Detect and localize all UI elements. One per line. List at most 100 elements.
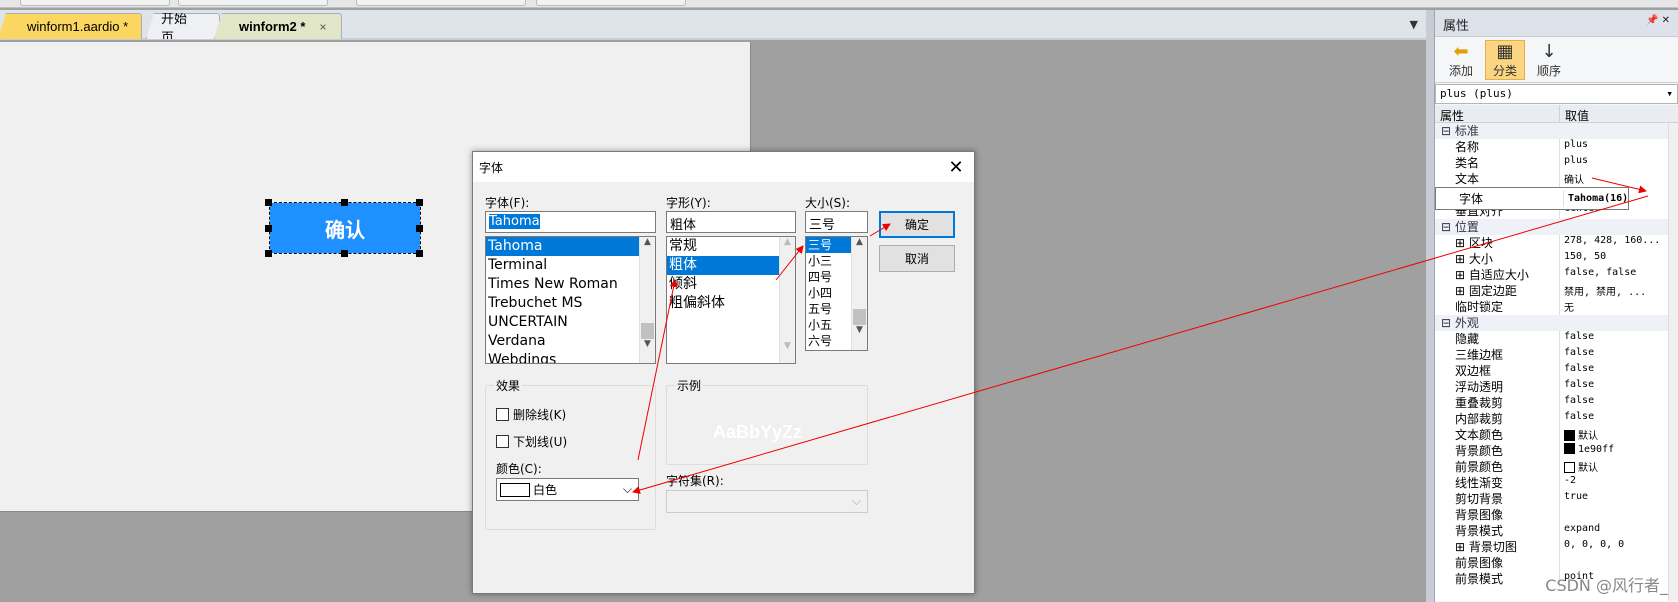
property-row[interactable]: 内部裁剪 false: [1435, 411, 1678, 427]
property-row[interactable]: 临时锁定无: [1435, 299, 1678, 315]
property-row[interactable]: 文本颜色 默认: [1435, 427, 1678, 443]
property-value[interactable]: false: [1560, 411, 1678, 427]
resize-handle[interactable]: [265, 199, 272, 206]
property-value[interactable]: false: [1560, 379, 1678, 395]
property-value[interactable]: expand: [1560, 523, 1678, 539]
font-list-item[interactable]: Verdana: [486, 332, 655, 351]
property-row[interactable]: 隐藏 false: [1435, 331, 1678, 347]
property-value[interactable]: false: [1560, 331, 1678, 347]
property-value[interactable]: 0, 0, 0, 0: [1560, 539, 1678, 555]
strikeout-checkbox[interactable]: 删除线(K): [496, 406, 566, 423]
object-selector[interactable]: plus (plus) ▾: [1435, 84, 1678, 104]
property-value[interactable]: plus: [1560, 139, 1678, 155]
property-row[interactable]: 文本 确认: [1435, 171, 1678, 187]
property-row[interactable]: 双边框 false: [1435, 363, 1678, 379]
font-size-list[interactable]: 三号 小三 四号 小四 五号 小五 六号 ▲ ▼: [805, 236, 868, 351]
resize-handle[interactable]: [341, 199, 348, 206]
property-value[interactable]: 150, 50: [1560, 251, 1678, 267]
style-list-item[interactable]: 粗体: [667, 256, 795, 275]
property-value[interactable]: [1560, 507, 1678, 523]
alphabetical-button[interactable]: ↓ 顺序: [1529, 40, 1569, 80]
property-row[interactable]: 线性渐变 -2: [1435, 475, 1678, 491]
property-value[interactable]: 确认: [1560, 171, 1678, 187]
property-category[interactable]: ⊟ 外观: [1435, 315, 1678, 331]
resize-handle[interactable]: [416, 199, 423, 206]
property-row[interactable]: ⊞ 固定边距 禁用, 禁用, ...: [1435, 283, 1678, 299]
style-list-item[interactable]: 粗偏斜体: [667, 294, 795, 313]
property-value[interactable]: 无: [1560, 299, 1678, 315]
property-category[interactable]: ⊟ 位置: [1435, 219, 1678, 235]
pin-icon[interactable]: 📌 ✕: [1646, 15, 1670, 31]
resize-handle[interactable]: [341, 250, 348, 257]
font-list-item[interactable]: Terminal: [486, 256, 655, 275]
property-row[interactable]: 剪切背景 true: [1435, 491, 1678, 507]
font-size-input[interactable]: 三号: [805, 211, 868, 233]
font-list-item[interactable]: UNCERTAIN: [486, 313, 655, 332]
property-value[interactable]: 默认: [1560, 427, 1678, 443]
resize-handle[interactable]: [265, 250, 272, 257]
property-row[interactable]: 前景颜色 默认: [1435, 459, 1678, 475]
color-select[interactable]: 白色 ⌵: [496, 478, 639, 501]
font-list-item[interactable]: Times New Roman: [486, 275, 655, 294]
property-value[interactable]: plus: [1560, 155, 1678, 171]
property-value[interactable]: 禁用, 禁用, ...: [1560, 283, 1678, 299]
property-row[interactable]: ⊞ 大小 150, 50: [1435, 251, 1678, 267]
splitter[interactable]: [1426, 10, 1434, 602]
property-row[interactable]: 三维边框 false: [1435, 347, 1678, 363]
font-list-item[interactable]: Webdings: [486, 351, 655, 363]
property-row[interactable]: ⊞ 背景切图 0, 0, 0, 0: [1435, 539, 1678, 555]
ok-button[interactable]: 确定: [879, 211, 955, 238]
property-value[interactable]: false: [1560, 395, 1678, 411]
property-grid[interactable]: ⊟ 标准名称plus类名plus文本确认字体Tahoma(16)水平对齐cent…: [1435, 123, 1678, 601]
font-name-list[interactable]: Tahoma Terminal Times New Roman Trebuchet M…: [485, 236, 656, 364]
font-style-input[interactable]: 粗体: [666, 211, 796, 233]
close-icon[interactable]: ×: [319, 20, 326, 34]
property-value[interactable]: -2: [1560, 475, 1678, 491]
vertical-scrollbar[interactable]: [1668, 123, 1678, 601]
property-category[interactable]: ⊟ 标准: [1435, 123, 1678, 139]
property-row[interactable]: 浮动透明 false: [1435, 379, 1678, 395]
property-value[interactable]: false: [1560, 347, 1678, 363]
chevron-down-icon[interactable]: ▼: [1410, 18, 1418, 31]
property-value[interactable]: 默认: [1560, 459, 1678, 475]
vertical-scrollbar[interactable]: ▲ ▼: [639, 237, 655, 363]
vertical-scrollbar[interactable]: ▲ ▼: [779, 237, 795, 363]
charset-select[interactable]: ⌵: [666, 490, 868, 513]
close-icon[interactable]: ✕: [944, 157, 968, 178]
tab-start-page[interactable]: 开始页...: [146, 13, 220, 39]
property-row[interactable]: 字体 Tahoma(16): [1435, 187, 1630, 210]
add-button[interactable]: ⬅ 添加: [1441, 40, 1481, 80]
categorized-button[interactable]: ▦ 分类: [1485, 40, 1525, 80]
font-name-input[interactable]: Tahoma: [485, 211, 656, 233]
font-list-item[interactable]: Tahoma: [486, 237, 655, 256]
property-value[interactable]: Tahoma(16): [1564, 193, 1628, 204]
property-value[interactable]: false, false: [1560, 267, 1678, 283]
vertical-scrollbar[interactable]: ▲ ▼: [851, 237, 867, 350]
resize-handle[interactable]: [265, 225, 272, 232]
property-row[interactable]: 类名 plus: [1435, 155, 1678, 171]
property-row[interactable]: 名称 plus: [1435, 139, 1678, 155]
confirm-button-control[interactable]: 确认: [270, 203, 420, 253]
cancel-button[interactable]: 取消: [879, 245, 955, 272]
property-value[interactable]: [1560, 555, 1678, 571]
property-value[interactable]: true: [1560, 491, 1678, 507]
font-style-list[interactable]: 常规 粗体 倾斜 粗偏斜体 ▲ ▼: [666, 236, 796, 364]
tab-winform2[interactable]: winform2 * ×: [214, 13, 342, 39]
font-list-item[interactable]: Trebuchet MS: [486, 294, 655, 313]
property-row[interactable]: 前景图像: [1435, 555, 1678, 571]
resize-handle[interactable]: [416, 225, 423, 232]
property-value[interactable]: 278, 428, 160...: [1560, 235, 1678, 251]
underline-checkbox[interactable]: 下划线(U): [496, 433, 567, 450]
property-row[interactable]: 背景颜色 1e90ff: [1435, 443, 1678, 459]
tab-winform1[interactable]: winform1.aardio *: [0, 13, 142, 39]
property-value[interactable]: 1e90ff: [1560, 443, 1678, 459]
resize-handle[interactable]: [416, 250, 423, 257]
property-row[interactable]: ⊞ 区块 278, 428, 160...: [1435, 235, 1678, 251]
property-row[interactable]: ⊞ 自适应大小 false, false: [1435, 267, 1678, 283]
property-row[interactable]: 背景模式 expand: [1435, 523, 1678, 539]
property-row[interactable]: 重叠裁剪 false: [1435, 395, 1678, 411]
property-row[interactable]: 背景图像: [1435, 507, 1678, 523]
style-list-item[interactable]: 倾斜: [667, 275, 795, 294]
style-list-item[interactable]: 常规: [667, 237, 795, 256]
property-value[interactable]: false: [1560, 363, 1678, 379]
